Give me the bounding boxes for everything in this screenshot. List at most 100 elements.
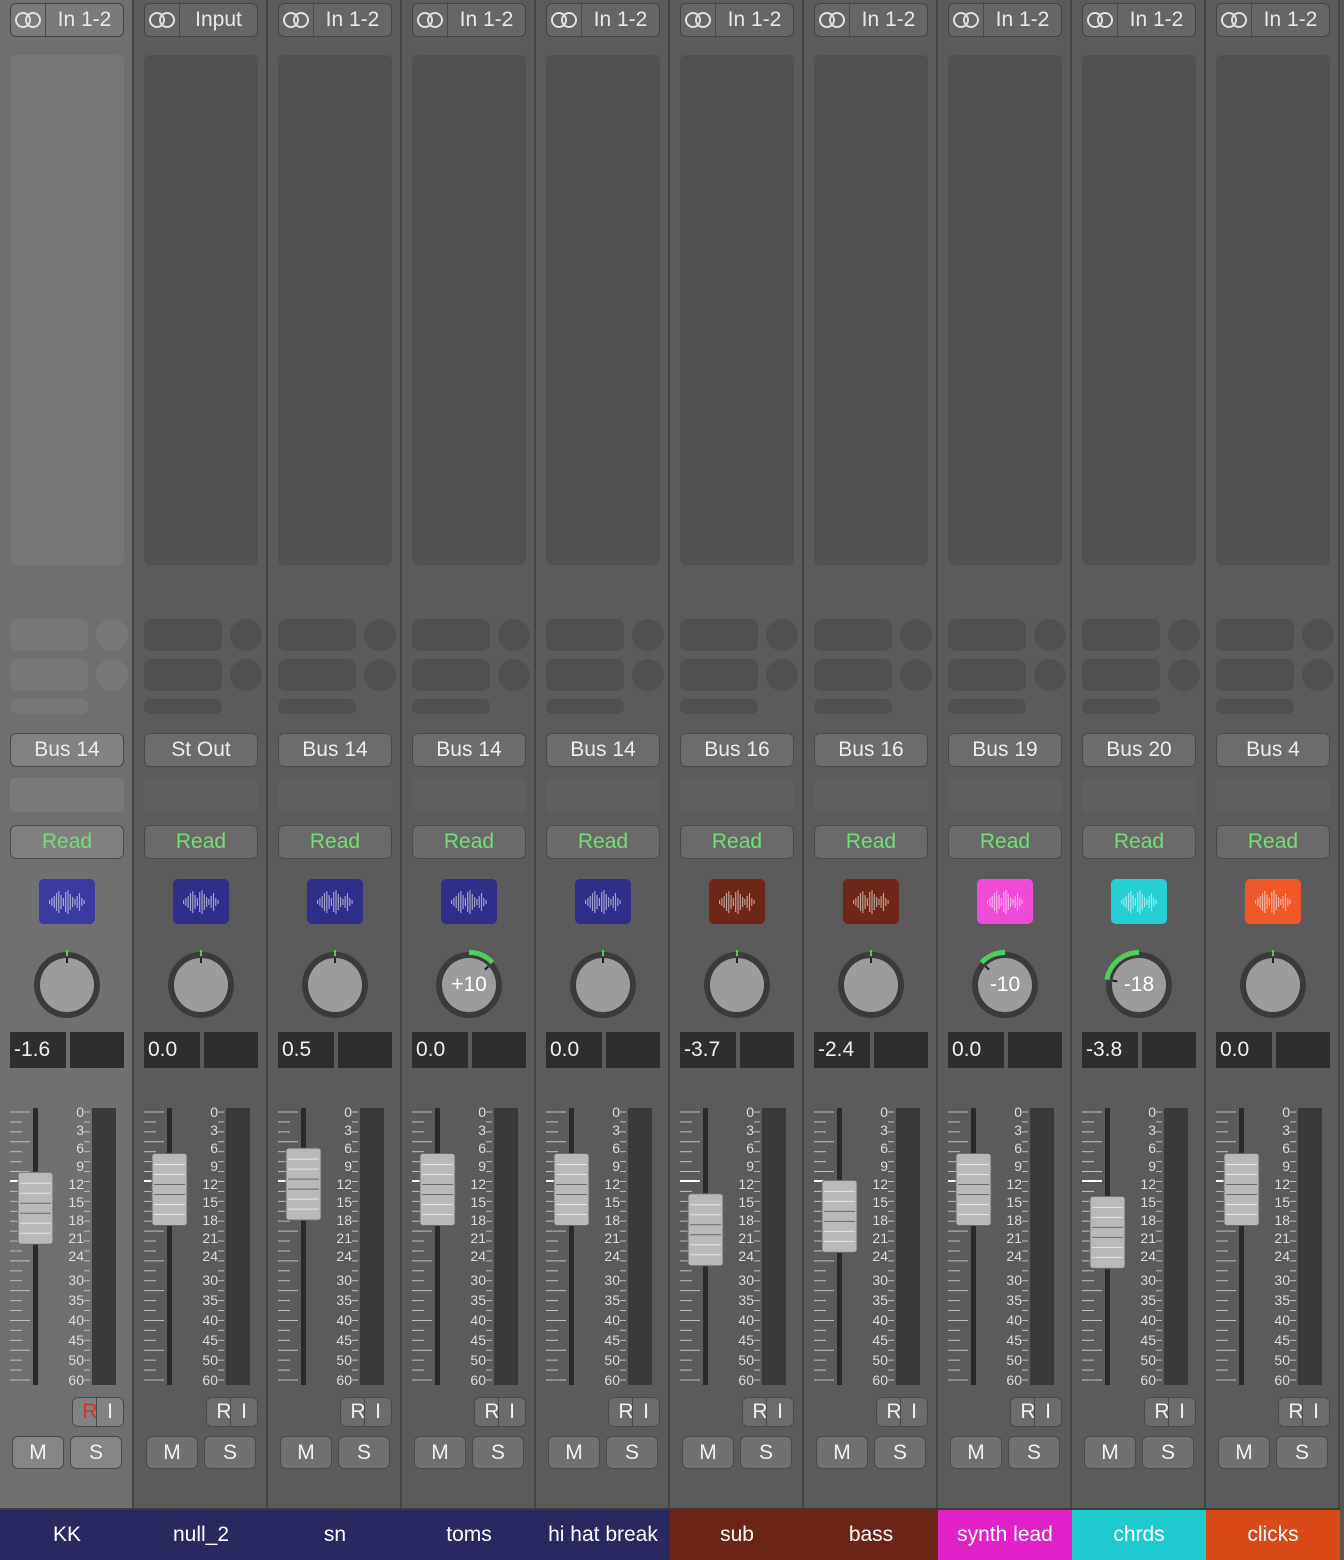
audio-fx-slots[interactable] [412,55,526,565]
send-slot-1[interactable] [680,619,758,651]
output-slot[interactable]: Bus 16 [814,733,928,767]
send-knob-1[interactable] [96,619,128,651]
input-slot[interactable]: In 1-2 [1216,3,1330,37]
automation-mode-button[interactable]: Read [1082,825,1196,859]
solo-button[interactable]: S [1142,1436,1194,1469]
audio-waveform-icon[interactable] [575,879,631,924]
peak-readout[interactable] [338,1032,392,1068]
send-slot-2[interactable] [948,659,1026,691]
input-slot[interactable]: Input [144,3,258,37]
track-name[interactable]: synth lead [938,1508,1072,1560]
output-slot[interactable]: Bus 14 [278,733,392,767]
audio-fx-slots[interactable] [814,55,928,565]
automation-mode-button[interactable]: Read [546,825,660,859]
peak-readout[interactable] [874,1032,928,1068]
volume-fader[interactable]: 0 3 6 9 12 15 18 21 24 30 35 40 45 50 60 [536,1100,670,1395]
volume-fader[interactable]: 0 3 6 9 12 15 18 21 24 30 35 40 45 50 60 [1206,1100,1340,1395]
send-slot-3[interactable] [814,699,892,714]
input-slot[interactable]: In 1-2 [278,3,392,37]
track-name[interactable]: KK [0,1508,134,1560]
input-slot[interactable]: In 1-2 [412,3,526,37]
send-knob-2[interactable] [96,659,128,691]
peak-readout[interactable] [1276,1032,1330,1068]
stereo-link-icon[interactable] [145,4,180,36]
automation-mode-button[interactable]: Read [1216,825,1330,859]
send-knob-2[interactable] [498,659,530,691]
volume-fader[interactable]: 0 3 6 9 12 15 18 21 24 30 35 40 45 50 60 [938,1100,1072,1395]
pan-knob[interactable] [700,948,774,1022]
track-name[interactable]: clicks [1206,1508,1340,1560]
send-knob-1[interactable] [766,619,798,651]
automation-mode-button[interactable]: Read [278,825,392,859]
stereo-link-icon[interactable] [547,4,582,36]
group-slot[interactable] [278,778,392,812]
audio-waveform-icon[interactable] [977,879,1033,924]
solo-button[interactable]: S [472,1436,524,1469]
volume-fader[interactable]: 0 3 6 9 12 15 18 21 24 30 35 40 45 50 60 [134,1100,268,1395]
send-slot-3[interactable] [278,699,356,714]
stereo-link-icon[interactable] [279,4,314,36]
audio-fx-slots[interactable] [278,55,392,565]
mute-button[interactable]: M [414,1436,466,1469]
track-name[interactable]: sub [670,1508,804,1560]
send-knob-1[interactable] [1168,619,1200,651]
volume-readout[interactable]: -1.6 [10,1032,66,1068]
send-knob-1[interactable] [1034,619,1066,651]
send-knob-2[interactable] [1168,659,1200,691]
send-slot-2[interactable] [1216,659,1294,691]
audio-waveform-icon[interactable] [39,879,95,924]
send-knob-2[interactable] [1302,659,1334,691]
automation-mode-button[interactable]: Read [948,825,1062,859]
volume-fader[interactable]: 0 3 6 9 12 15 18 21 24 30 35 40 45 50 60 [670,1100,804,1395]
send-slot-3[interactable] [1082,699,1160,714]
stereo-link-icon[interactable] [413,4,448,36]
send-slot-2[interactable] [10,659,88,691]
send-knob-1[interactable] [230,619,262,651]
track-name[interactable]: toms [402,1508,536,1560]
volume-fader[interactable]: 0 3 6 9 12 15 18 21 24 30 35 40 45 50 60 [804,1100,938,1395]
input-monitor-button[interactable]: I [498,1397,526,1427]
send-knob-2[interactable] [230,659,262,691]
volume-fader[interactable]: 0 3 6 9 12 15 18 21 24 30 35 40 45 50 60 [0,1100,134,1395]
audio-waveform-icon[interactable] [843,879,899,924]
group-slot[interactable] [948,778,1062,812]
mute-button[interactable]: M [816,1436,868,1469]
group-slot[interactable] [1082,778,1196,812]
send-slot-1[interactable] [1082,619,1160,651]
pan-knob[interactable] [164,948,238,1022]
volume-readout[interactable]: 0.0 [948,1032,1004,1068]
volume-readout[interactable]: -3.7 [680,1032,736,1068]
send-knob-2[interactable] [632,659,664,691]
input-slot[interactable]: In 1-2 [546,3,660,37]
send-slot-2[interactable] [546,659,624,691]
output-slot[interactable]: Bus 14 [10,733,124,767]
group-slot[interactable] [10,778,124,812]
pan-knob[interactable] [834,948,908,1022]
automation-mode-button[interactable]: Read [144,825,258,859]
input-monitor-button[interactable]: I [766,1397,794,1427]
send-slot-2[interactable] [144,659,222,691]
pan-knob[interactable] [298,948,372,1022]
stereo-link-icon[interactable] [949,4,984,36]
send-knob-1[interactable] [498,619,530,651]
automation-mode-button[interactable]: Read [10,825,124,859]
send-slot-2[interactable] [412,659,490,691]
audio-fx-slots[interactable] [144,55,258,565]
send-slot-3[interactable] [948,699,1026,714]
automation-mode-button[interactable]: Read [680,825,794,859]
mute-button[interactable]: M [146,1436,198,1469]
send-slot-3[interactable] [144,699,222,714]
send-slot-2[interactable] [1082,659,1160,691]
audio-waveform-icon[interactable] [1111,879,1167,924]
mute-button[interactable]: M [682,1436,734,1469]
volume-readout[interactable]: 0.5 [278,1032,334,1068]
send-knob-2[interactable] [364,659,396,691]
input-slot[interactable]: In 1-2 [1082,3,1196,37]
group-slot[interactable] [1216,778,1330,812]
audio-waveform-icon[interactable] [173,879,229,924]
send-slot-1[interactable] [814,619,892,651]
audio-fx-slots[interactable] [10,55,124,565]
pan-knob[interactable]: -10 [968,948,1042,1022]
audio-fx-slots[interactable] [1082,55,1196,565]
solo-button[interactable]: S [874,1436,926,1469]
